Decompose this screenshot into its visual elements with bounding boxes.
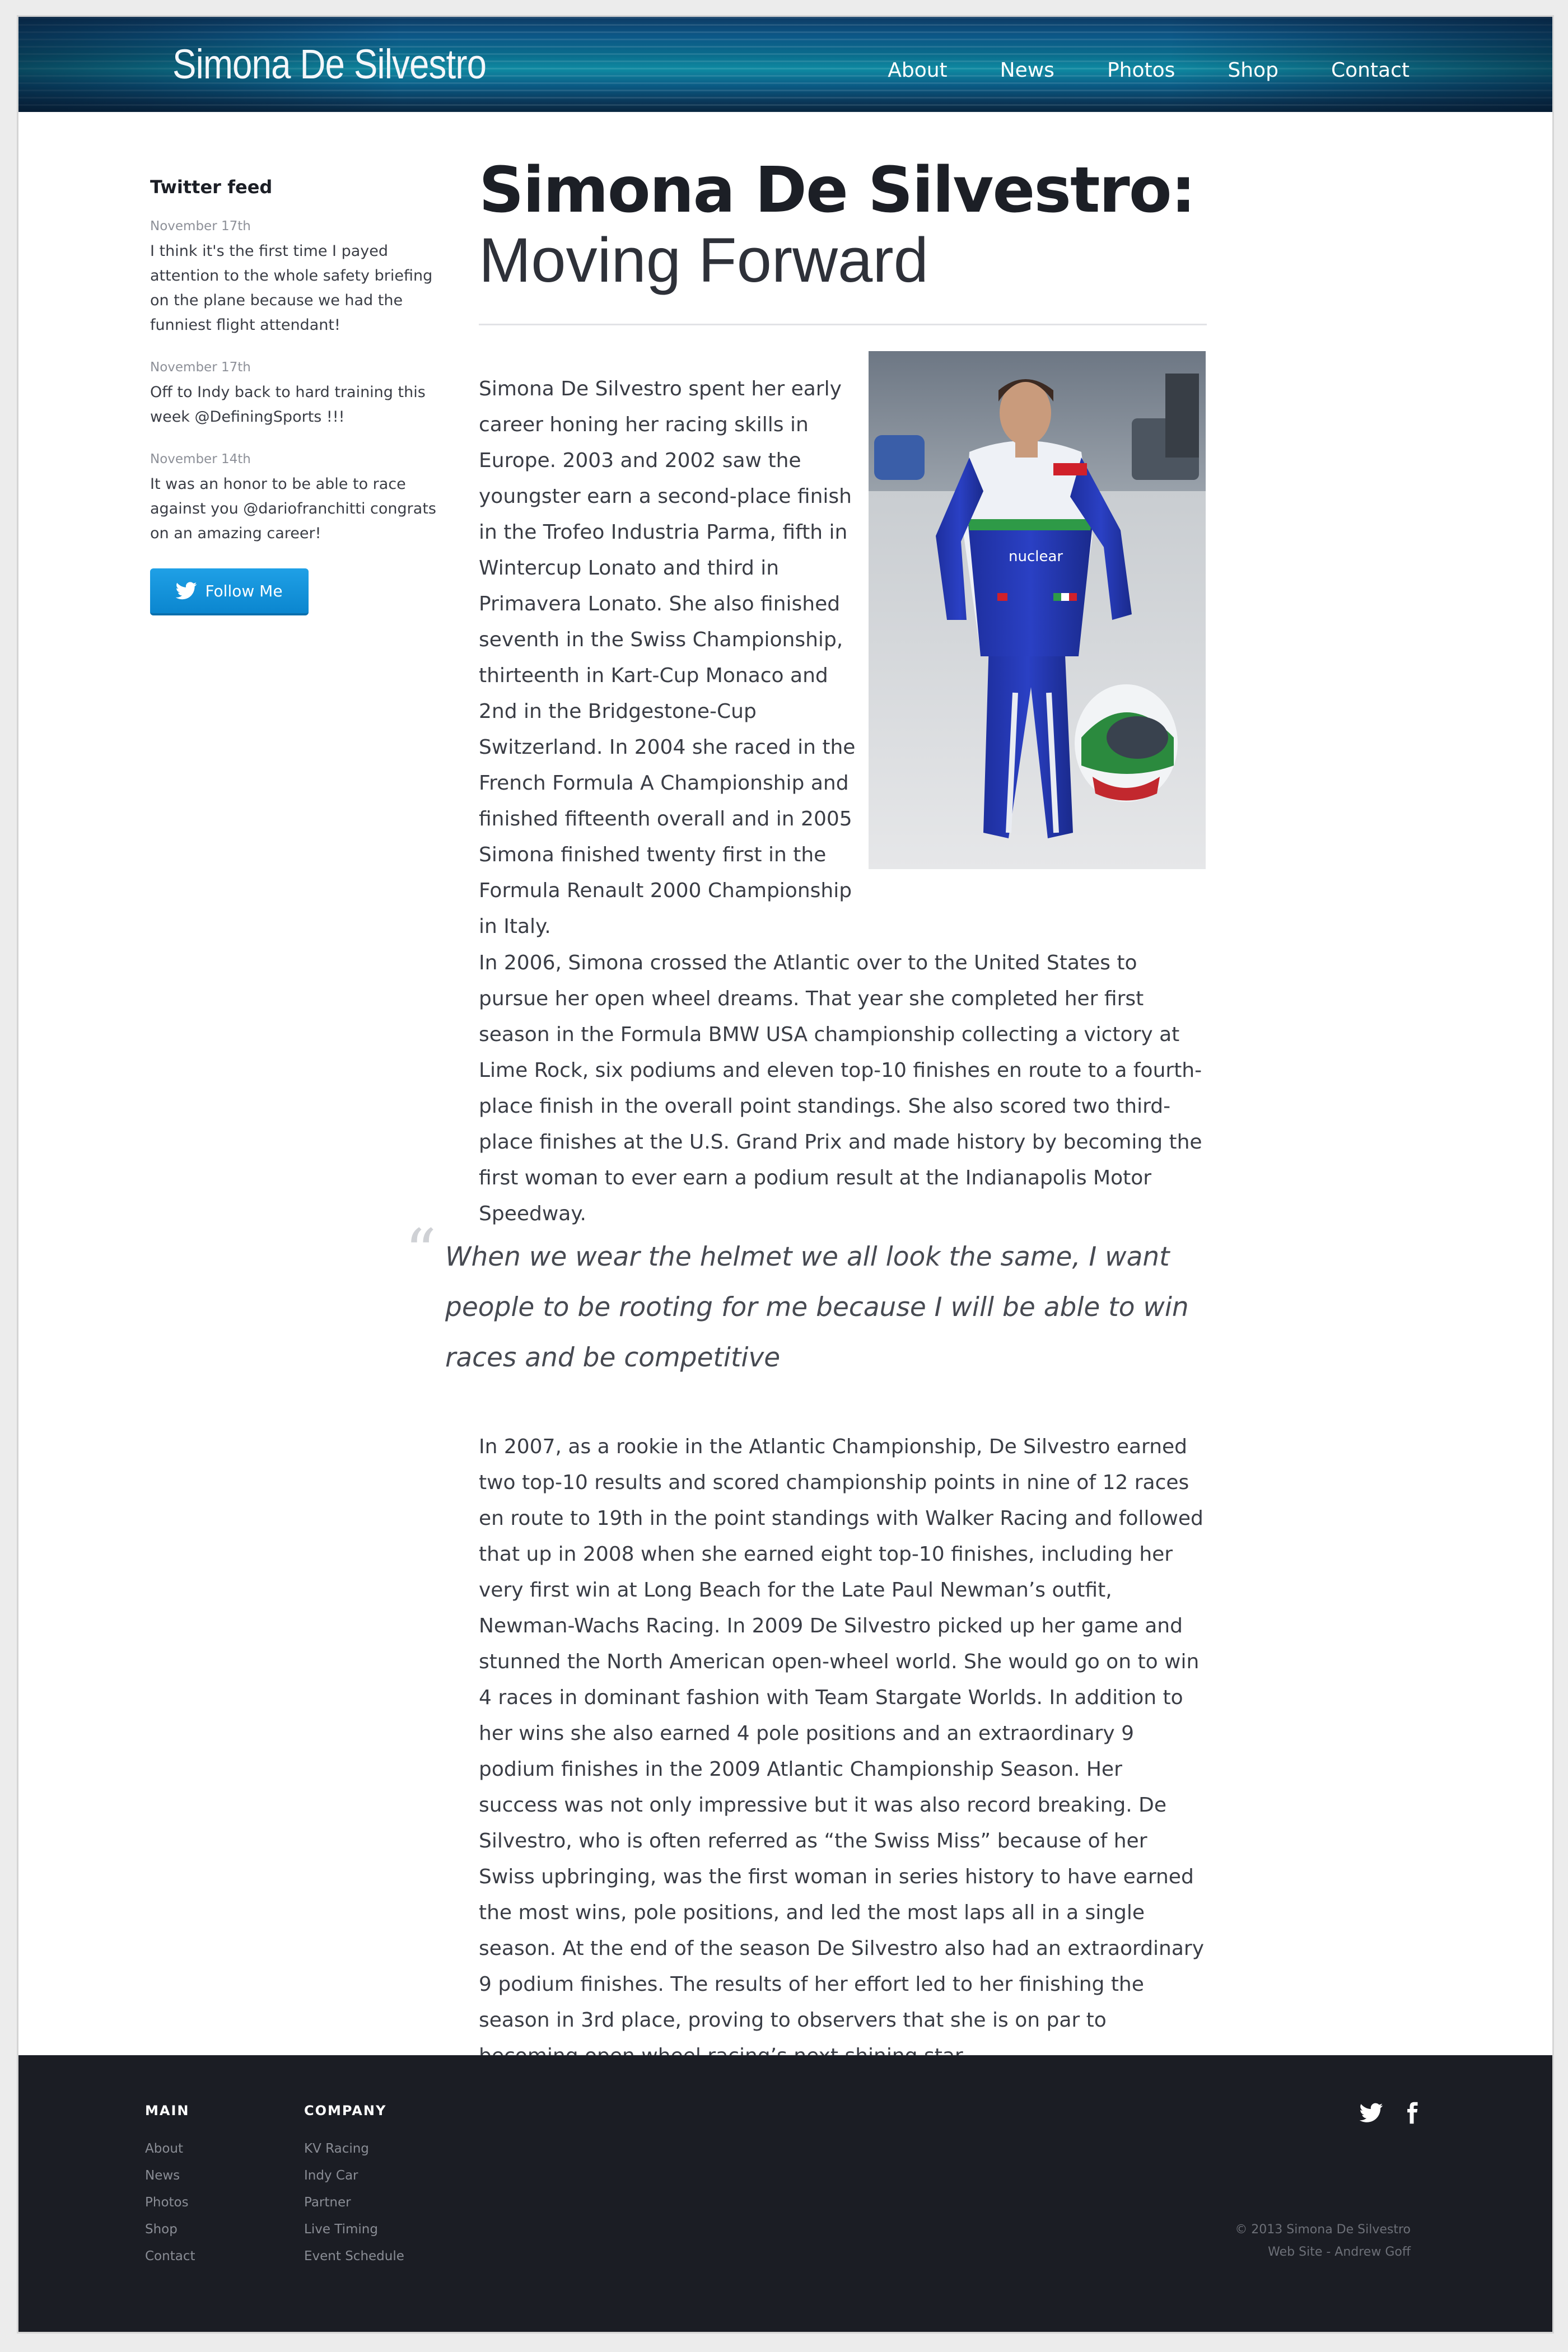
tweet-date: November 14th [150, 452, 251, 466]
footer-main-column: MAIN About News Photos Shop Contact [145, 2103, 195, 2270]
site-header: Simona De Silvestro About News Photos Sh… [18, 17, 1552, 112]
footer-main-title: MAIN [145, 2103, 190, 2118]
tweet-item: November 17th Off to Indy back to hard t… [150, 360, 441, 430]
footer-link-live-timing[interactable]: Live Timing [304, 2216, 404, 2243]
footer-link-news[interactable]: News [145, 2162, 195, 2189]
pull-quote: When we wear the helmet we all look the … [445, 1242, 1189, 1373]
footer-link-kv-racing[interactable]: KV Racing [304, 2135, 404, 2162]
facebook-icon[interactable] [1400, 2101, 1424, 2125]
site-logo[interactable]: Simona De Silvestro [172, 40, 487, 88]
copyright-text: © 2013 Simona De Silvestro [1235, 2223, 1411, 2237]
main-nav: About News Photos Shop Contact [835, 17, 1410, 112]
tweet-text: It was an honor to be able to race again… [150, 475, 436, 542]
page-frame: Simona De Silvestro About News Photos Sh… [18, 17, 1552, 2332]
footer-company-title: COMPANY [304, 2103, 387, 2118]
twitter-feed-title: Twitter feed [150, 176, 273, 198]
article-paragraph-3: In 2007, as a rookie in the Atlantic Cha… [479, 1435, 1205, 2068]
follow-me-button[interactable]: Follow Me [150, 568, 309, 615]
footer-link-event-schedule[interactable]: Event Schedule [304, 2243, 404, 2270]
footer-copyright: © 2013 Simona De Silvestro Web Site - An… [1235, 2219, 1411, 2264]
footer-link-partner[interactable]: Partner [304, 2189, 404, 2216]
title-divider [479, 324, 1207, 325]
nav-shop[interactable]: Shop [1228, 48, 1278, 82]
tweet-text: I think it's the first time I payed atte… [150, 242, 433, 334]
article-title-subtitle: Moving Forward [479, 225, 928, 295]
twitter-icon[interactable] [1360, 2101, 1383, 2125]
site-footer: MAIN About News Photos Shop Contact COMP… [18, 2055, 1552, 2332]
nav-contact[interactable]: Contact [1331, 48, 1410, 82]
footer-social [1360, 2101, 1424, 2125]
twitter-sidebar: Twitter feed November 17th I think it's … [150, 176, 441, 615]
suit-sponsor-text: nuclear [1009, 548, 1063, 565]
footer-link-shop[interactable]: Shop [145, 2216, 195, 2243]
article-title-name: Simona De Silvestro: [479, 154, 1196, 227]
nav-about[interactable]: About [888, 48, 947, 82]
footer-link-contact[interactable]: Contact [145, 2243, 195, 2270]
footer-link-about[interactable]: About [145, 2135, 195, 2162]
article-paragraph-2: In 2006, Simona crossed the Atlantic ove… [479, 951, 1202, 1225]
footer-link-indy-car[interactable]: Indy Car [304, 2162, 404, 2189]
article-title: Simona De Silvestro: Moving Forward [479, 154, 1207, 294]
footer-company-column: COMPANY KV Racing Indy Car Partner Live … [304, 2103, 404, 2270]
tweet-date: November 17th [150, 219, 251, 234]
tweet-date: November 17th [150, 360, 251, 375]
footer-link-photos[interactable]: Photos [145, 2189, 195, 2216]
tweet-item: November 14th It was an honor to be able… [150, 452, 441, 546]
twitter-bird-icon [176, 582, 197, 600]
article-paragraph-1: Simona De Silvestro spent her early care… [479, 377, 856, 938]
driver-photo-illustration: nuclear [869, 351, 1206, 869]
driver-photo: nuclear [869, 351, 1206, 869]
credit-text[interactable]: Web Site - Andrew Goff [1235, 2241, 1411, 2264]
follow-me-label: Follow Me [205, 581, 283, 600]
tweet-text: Off to Indy back to hard training this w… [150, 384, 426, 426]
quote-mark-icon: “ [405, 1216, 437, 1287]
tweet-item: November 17th I think it's the first tim… [150, 219, 441, 338]
nav-news[interactable]: News [1000, 48, 1054, 82]
nav-photos[interactable]: Photos [1107, 48, 1175, 82]
